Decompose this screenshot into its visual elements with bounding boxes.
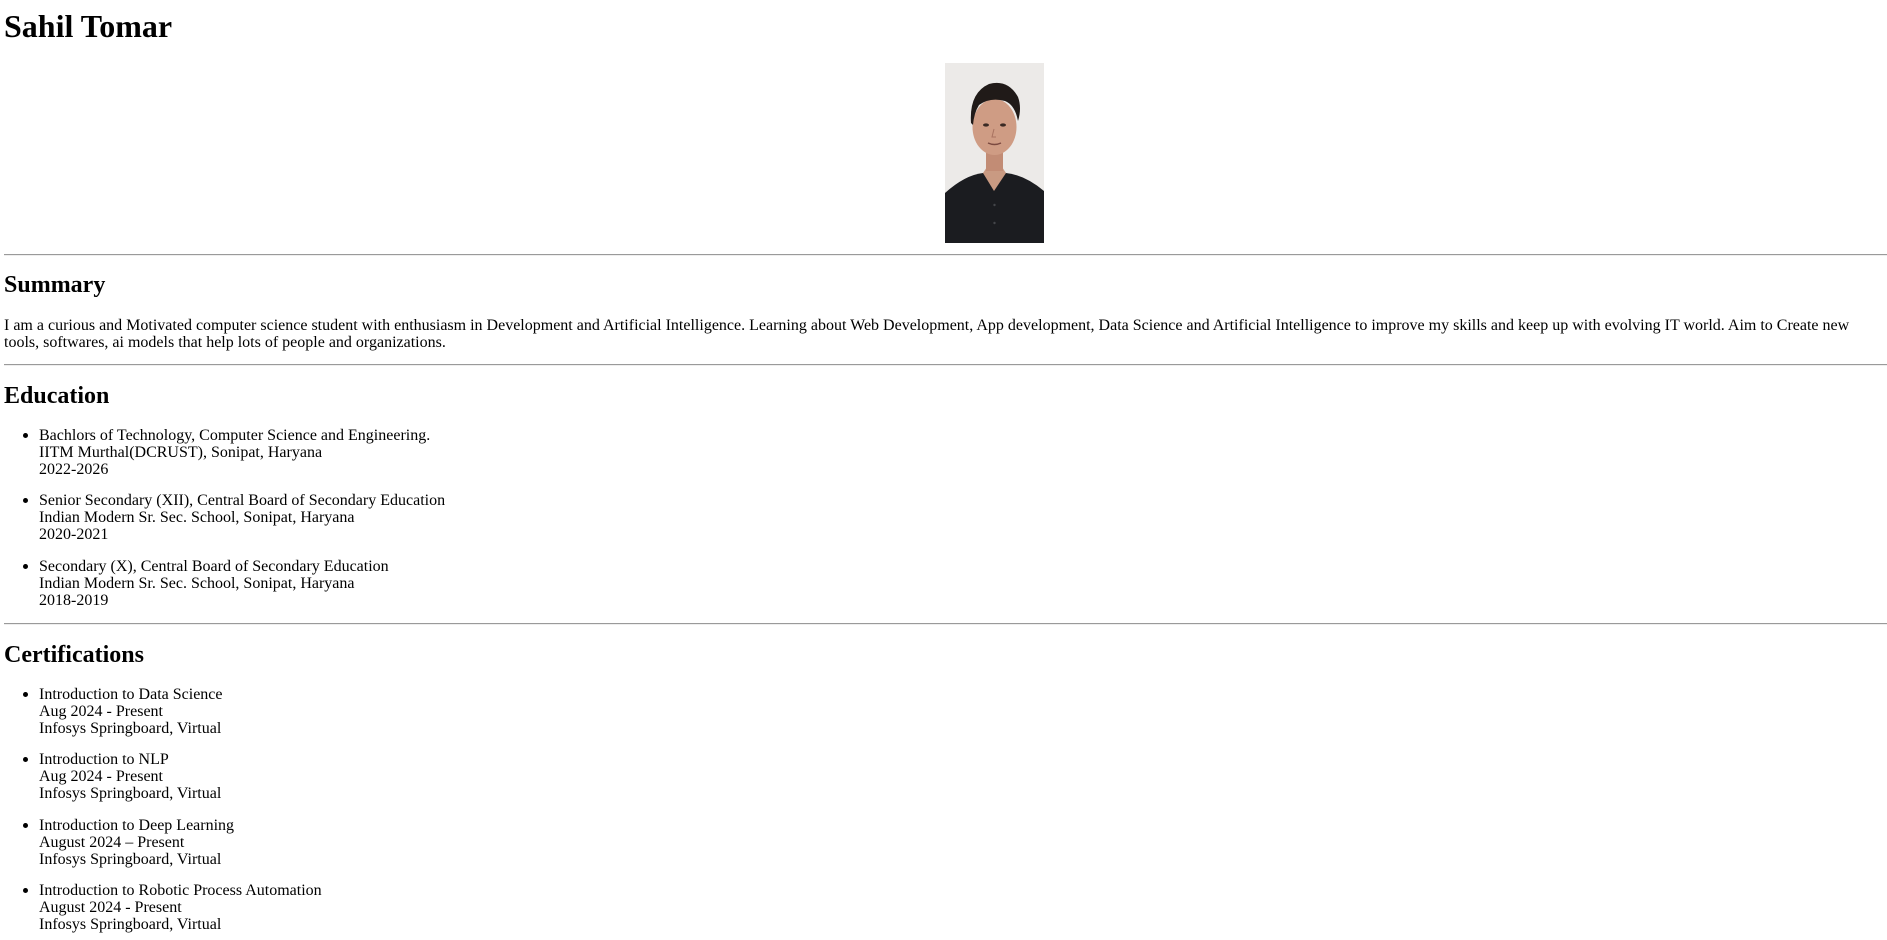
education-degree: Secondary (X), Central Board of Secondar…: [39, 558, 389, 575]
bullet-icon: [23, 498, 28, 503]
certification-title: Introduction to Data Science: [39, 686, 223, 703]
education-heading: Education: [4, 383, 110, 409]
section-divider: [4, 623, 1887, 625]
summary-text: I am a curious and Motivated computer sc…: [4, 317, 1850, 351]
certification-provider: Infosys Springboard, Virtual: [39, 916, 222, 933]
certifications-heading: Certifications: [4, 642, 144, 668]
certification-title: Introduction to NLP: [39, 751, 169, 768]
bullet-icon: [23, 692, 28, 697]
certification-provider: Infosys Springboard, Virtual: [39, 851, 222, 868]
education-institution: Indian Modern Sr. Sec. School, Sonipat, …: [39, 509, 355, 526]
certification-title: Introduction to Deep Learning: [39, 817, 235, 834]
education-degree: Bachlors of Technology, Computer Science…: [39, 427, 431, 444]
bullet-icon: [23, 823, 28, 828]
resume-name: Sahil Tomar: [4, 8, 173, 44]
certification-provider: Infosys Springboard, Virtual: [39, 720, 222, 737]
profile-photo: [945, 63, 1044, 243]
education-institution: Indian Modern Sr. Sec. School, Sonipat, …: [39, 575, 355, 592]
education-institution: IITM Murthal(DCRUST), Sonipat, Haryana: [39, 444, 323, 461]
summary-heading: Summary: [4, 272, 106, 298]
bullet-icon: [23, 433, 28, 438]
education-degree: Senior Secondary (XII), Central Board of…: [39, 492, 446, 509]
portrait-illustration: [945, 63, 1044, 243]
resume-page: Sahil Tomar Summary I am a curious and M…: [0, 0, 1887, 940]
certification-dates: August 2024 - Present: [39, 899, 182, 916]
bullet-icon: [23, 888, 28, 893]
bullet-icon: [23, 564, 28, 569]
section-divider: [4, 254, 1887, 256]
education-years: 2018-2019: [39, 592, 109, 609]
bullet-icon: [23, 757, 28, 762]
certification-dates: Aug 2024 - Present: [39, 768, 163, 785]
certification-dates: Aug 2024 - Present: [39, 703, 163, 720]
certification-provider: Infosys Springboard, Virtual: [39, 785, 222, 802]
certification-dates: August 2024 – Present: [39, 834, 185, 851]
section-divider: [4, 364, 1887, 366]
education-years: 2020-2021: [39, 526, 109, 543]
certification-title: Introduction to Robotic Process Automati…: [39, 882, 322, 899]
education-years: 2022-2026: [39, 461, 109, 478]
